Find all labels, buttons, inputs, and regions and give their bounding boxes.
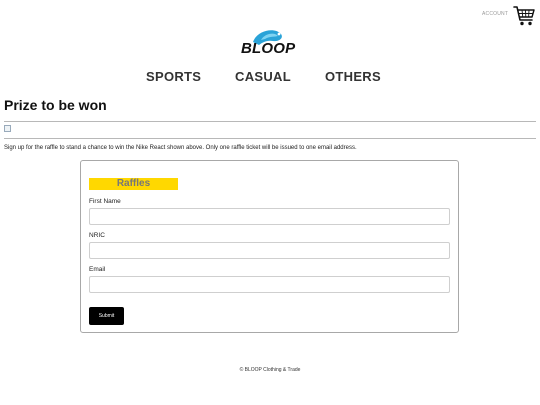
first-name-input[interactable] xyxy=(89,208,450,225)
raffle-intro-text: Sign up for the raffle to stand a chance… xyxy=(4,145,357,151)
divider xyxy=(4,121,536,122)
submit-button[interactable]: Submit xyxy=(89,307,124,325)
nav-others[interactable]: OTHERS xyxy=(325,69,381,84)
shopping-cart-icon[interactable] xyxy=(513,5,535,27)
account-link[interactable]: ACCOUNT xyxy=(482,11,508,17)
footer-text: © BLOOP Clothing & Trade xyxy=(239,367,301,373)
raffle-form-title: Raffles xyxy=(89,178,178,190)
nav-casual[interactable]: CASUAL xyxy=(235,69,291,84)
logo-text: BLOOP xyxy=(241,40,296,57)
main-nav: SPORTS CASUAL OTHERS xyxy=(0,69,540,85)
nric-label: NRIC xyxy=(89,232,105,239)
email-input[interactable] xyxy=(89,276,450,293)
nric-input[interactable] xyxy=(89,242,450,259)
email-label: Email xyxy=(89,266,106,273)
nav-sports[interactable]: SPORTS xyxy=(146,69,201,84)
broken-image-icon xyxy=(4,125,11,132)
raffle-form: Raffles First Name NRIC Email Submit xyxy=(80,160,459,333)
first-name-label: First Name xyxy=(89,198,121,205)
divider xyxy=(4,138,536,139)
page-title: Prize to be won xyxy=(4,97,107,113)
